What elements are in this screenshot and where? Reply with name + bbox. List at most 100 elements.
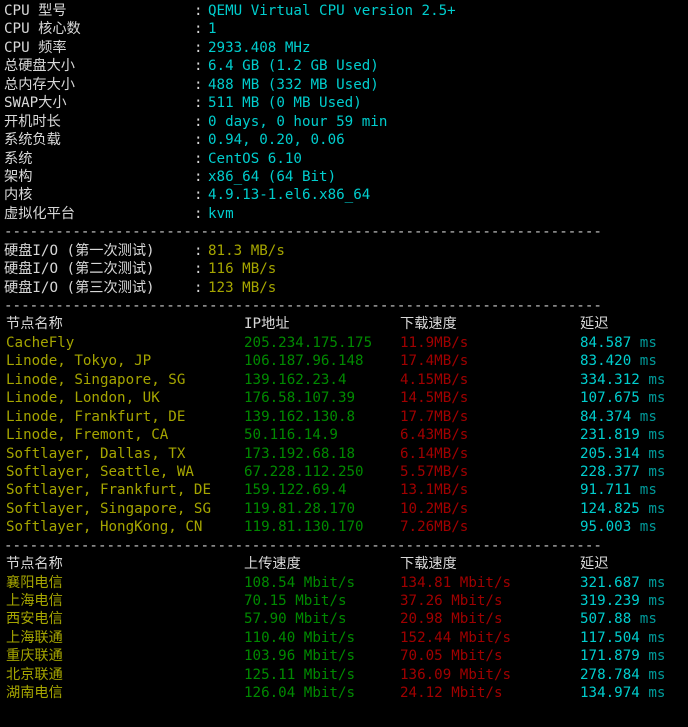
system-info-row: 总硬盘大小:6.4 GB (1.2 GB Used) bbox=[4, 57, 688, 75]
latency-value: 319.239 bbox=[580, 593, 640, 609]
system-info-value: 1 bbox=[208, 21, 217, 38]
cell-ip-address: 176.58.107.39 bbox=[244, 390, 356, 407]
table-row: CacheFly 205.234.175.175 11.9MB/s 84.587 ms bbox=[4, 334, 688, 352]
cell-ip-address: 139.162.130.8 bbox=[244, 408, 356, 425]
disk-io-row: 硬盘I/O (第三次测试):123 MB/s bbox=[4, 279, 688, 297]
latency-value: 321.687 bbox=[580, 574, 640, 591]
system-info-label: 系统负载 bbox=[4, 132, 61, 149]
cell-download-speed: 6.14MB/s bbox=[400, 445, 469, 462]
system-info-label: CPU 型号 bbox=[4, 3, 67, 19]
system-info-block: CPU 型号: QEMU Virtual CPU version 2.5+ CPU … bbox=[4, 2, 688, 223]
cell-latency: 134.974 ms bbox=[580, 684, 665, 702]
disk-io-row: 硬盘I/O (第一次测试):81.3 MB/s bbox=[4, 242, 688, 260]
cell-download-speed: 136.09 Mbit/s bbox=[400, 666, 512, 683]
disk-io-label: 硬盘I/O (第一次测试) bbox=[4, 242, 155, 259]
system-info-value: 0 days, 0 hour 59 min bbox=[208, 113, 388, 130]
cell-upload-speed: 103.96 Mbit/s bbox=[244, 648, 356, 665]
cell-node-name: Linode, Fremont, CA bbox=[6, 427, 169, 444]
table-header-row: 节点名称 上传速度 下载速度 延迟 bbox=[4, 555, 688, 573]
system-info-value: 511 MB (0 MB Used) bbox=[208, 95, 362, 112]
disk-io-value: 81.3 MB/s bbox=[208, 242, 285, 259]
terminal-output: CPU 型号: QEMU Virtual CPU version 2.5+ CPU … bbox=[0, 0, 688, 703]
latency-value: 231.819 bbox=[580, 427, 640, 444]
cell-download-speed: 134.81 Mbit/s bbox=[400, 574, 512, 591]
system-info-colon: : bbox=[194, 113, 203, 130]
table-row: Linode, Tokyo, JP 106.187.96.148 17.4MB/s 8… bbox=[4, 352, 688, 370]
latency-unit: ms bbox=[639, 574, 666, 591]
column-header-download: 下载速度 bbox=[400, 316, 457, 333]
system-info-colon: : bbox=[194, 3, 203, 19]
cell-upload-speed: 125.11 Mbit/s bbox=[244, 666, 356, 683]
cell-latency: 228.377 ms bbox=[580, 463, 665, 481]
cell-node-name: 上海电信 bbox=[6, 593, 63, 609]
system-info-row: 虚拟化平台: kvm bbox=[4, 205, 688, 223]
cell-ip-address: 119.81.130.170 bbox=[244, 519, 364, 536]
system-info-label: 开机时长 bbox=[4, 113, 61, 130]
cell-latency: 107.675 ms bbox=[580, 389, 665, 407]
disk-io-value: 123 MB/s bbox=[208, 279, 277, 296]
system-info-value: x86_64 (64 Bit) bbox=[208, 168, 337, 185]
cell-latency: 124.825 ms bbox=[580, 500, 665, 518]
cell-node-name: CacheFly bbox=[6, 334, 75, 351]
latency-unit: ms bbox=[639, 629, 666, 646]
latency-unit: ms bbox=[639, 666, 666, 683]
system-info-label: 总内存大小 bbox=[4, 76, 75, 93]
cell-node-name: 西安电信 bbox=[6, 611, 63, 628]
cell-download-speed: 24.12 Mbit/s bbox=[400, 685, 503, 702]
cell-node-name: Linode, Singapore, SG bbox=[6, 371, 186, 388]
disk-io-label: 硬盘I/O (第二次测试) bbox=[4, 261, 155, 278]
disk-io-colon: : bbox=[194, 279, 203, 296]
latency-unit: ms bbox=[631, 334, 657, 351]
cell-node-name: 湖南电信 bbox=[6, 685, 63, 702]
latency-value: 83.420 bbox=[580, 353, 632, 370]
table-row: Linode, Fremont, CA 50.116.14.9 6.43MB/s 23… bbox=[4, 426, 688, 444]
system-info-label: CPU 核心数 bbox=[4, 21, 81, 38]
system-info-colon: : bbox=[194, 205, 203, 222]
table-row: Linode, Frankfurt, DE 139.162.130.8 17.7MB… bbox=[4, 408, 688, 426]
system-info-colon: : bbox=[194, 39, 203, 56]
disk-io-colon: : bbox=[194, 242, 203, 259]
cell-latency: 278.784 ms bbox=[580, 666, 665, 684]
latency-value: 171.879 bbox=[580, 648, 640, 665]
cell-latency: 95.003 ms bbox=[580, 518, 657, 536]
cell-latency: 507.88 ms bbox=[580, 610, 657, 628]
cell-node-name: Softlayer, Seattle, WA bbox=[6, 463, 194, 480]
latency-value: 507.88 bbox=[580, 611, 632, 628]
cell-node-name: Softlayer, Dallas, TX bbox=[6, 445, 186, 462]
system-info-value: QEMU Virtual CPU version 2.5+ bbox=[208, 3, 456, 19]
cell-node-name: Linode, Frankfurt, DE bbox=[6, 408, 186, 425]
system-info-label: 虚拟化平台 bbox=[4, 205, 75, 222]
latency-unit: ms bbox=[639, 648, 666, 665]
system-info-row: 开机时长:0 days, 0 hour 59 min bbox=[4, 113, 688, 131]
cell-ip-address: 50.116.14.9 bbox=[244, 427, 338, 444]
cell-download-speed: 7.26MB/s bbox=[400, 519, 469, 536]
system-info-row: CPU 核心数:1 bbox=[4, 20, 688, 38]
latency-value: 278.784 bbox=[580, 666, 640, 683]
cell-latency: 84.587 ms bbox=[580, 334, 657, 352]
cell-latency: 321.687 ms bbox=[580, 574, 665, 592]
cell-ip-address: 173.192.68.18 bbox=[244, 445, 356, 462]
system-info-value: 6.4 GB (1.2 GB Used) bbox=[208, 58, 379, 75]
international-speedtest-table: 节点名称 IP地址 下载速度 延迟 CacheFly 205.234.175.175 11.… bbox=[4, 315, 688, 536]
cell-latency: 231.819 ms bbox=[580, 426, 665, 444]
cell-node-name: Linode, Tokyo, JP bbox=[6, 353, 152, 370]
cell-download-speed: 11.9MB/s bbox=[400, 334, 469, 351]
disk-io-block: 硬盘I/O (第一次测试):81.3 MB/s 硬盘I/O (第二次测试):116… bbox=[4, 242, 688, 297]
cell-node-name: Softlayer, Singapore, SG bbox=[6, 500, 211, 517]
system-info-colon: : bbox=[194, 21, 203, 38]
cell-upload-speed: 70.15 Mbit/s bbox=[244, 593, 347, 609]
cell-upload-speed: 110.40 Mbit/s bbox=[244, 629, 356, 646]
cell-download-speed: 6.43MB/s bbox=[400, 427, 469, 444]
system-info-label: 总硬盘大小 bbox=[4, 58, 75, 75]
cell-node-name: 上海联通 bbox=[6, 629, 63, 646]
latency-unit: ms bbox=[631, 519, 657, 536]
latency-unit: ms bbox=[631, 611, 657, 628]
cell-download-speed: 10.2MB/s bbox=[400, 500, 469, 517]
table-row: Linode, London, UK 176.58.107.39 14.5MB/s 1… bbox=[4, 389, 688, 407]
cell-latency: 319.239 ms bbox=[580, 592, 665, 610]
table-row: Softlayer, HongKong, CN 119.81.130.170 7.2… bbox=[4, 518, 688, 536]
latency-value: 334.312 bbox=[580, 371, 640, 388]
latency-unit: ms bbox=[631, 353, 657, 370]
cell-download-speed: 5.57MB/s bbox=[400, 463, 469, 480]
separator-1: ----------------------------------------… bbox=[4, 224, 602, 241]
